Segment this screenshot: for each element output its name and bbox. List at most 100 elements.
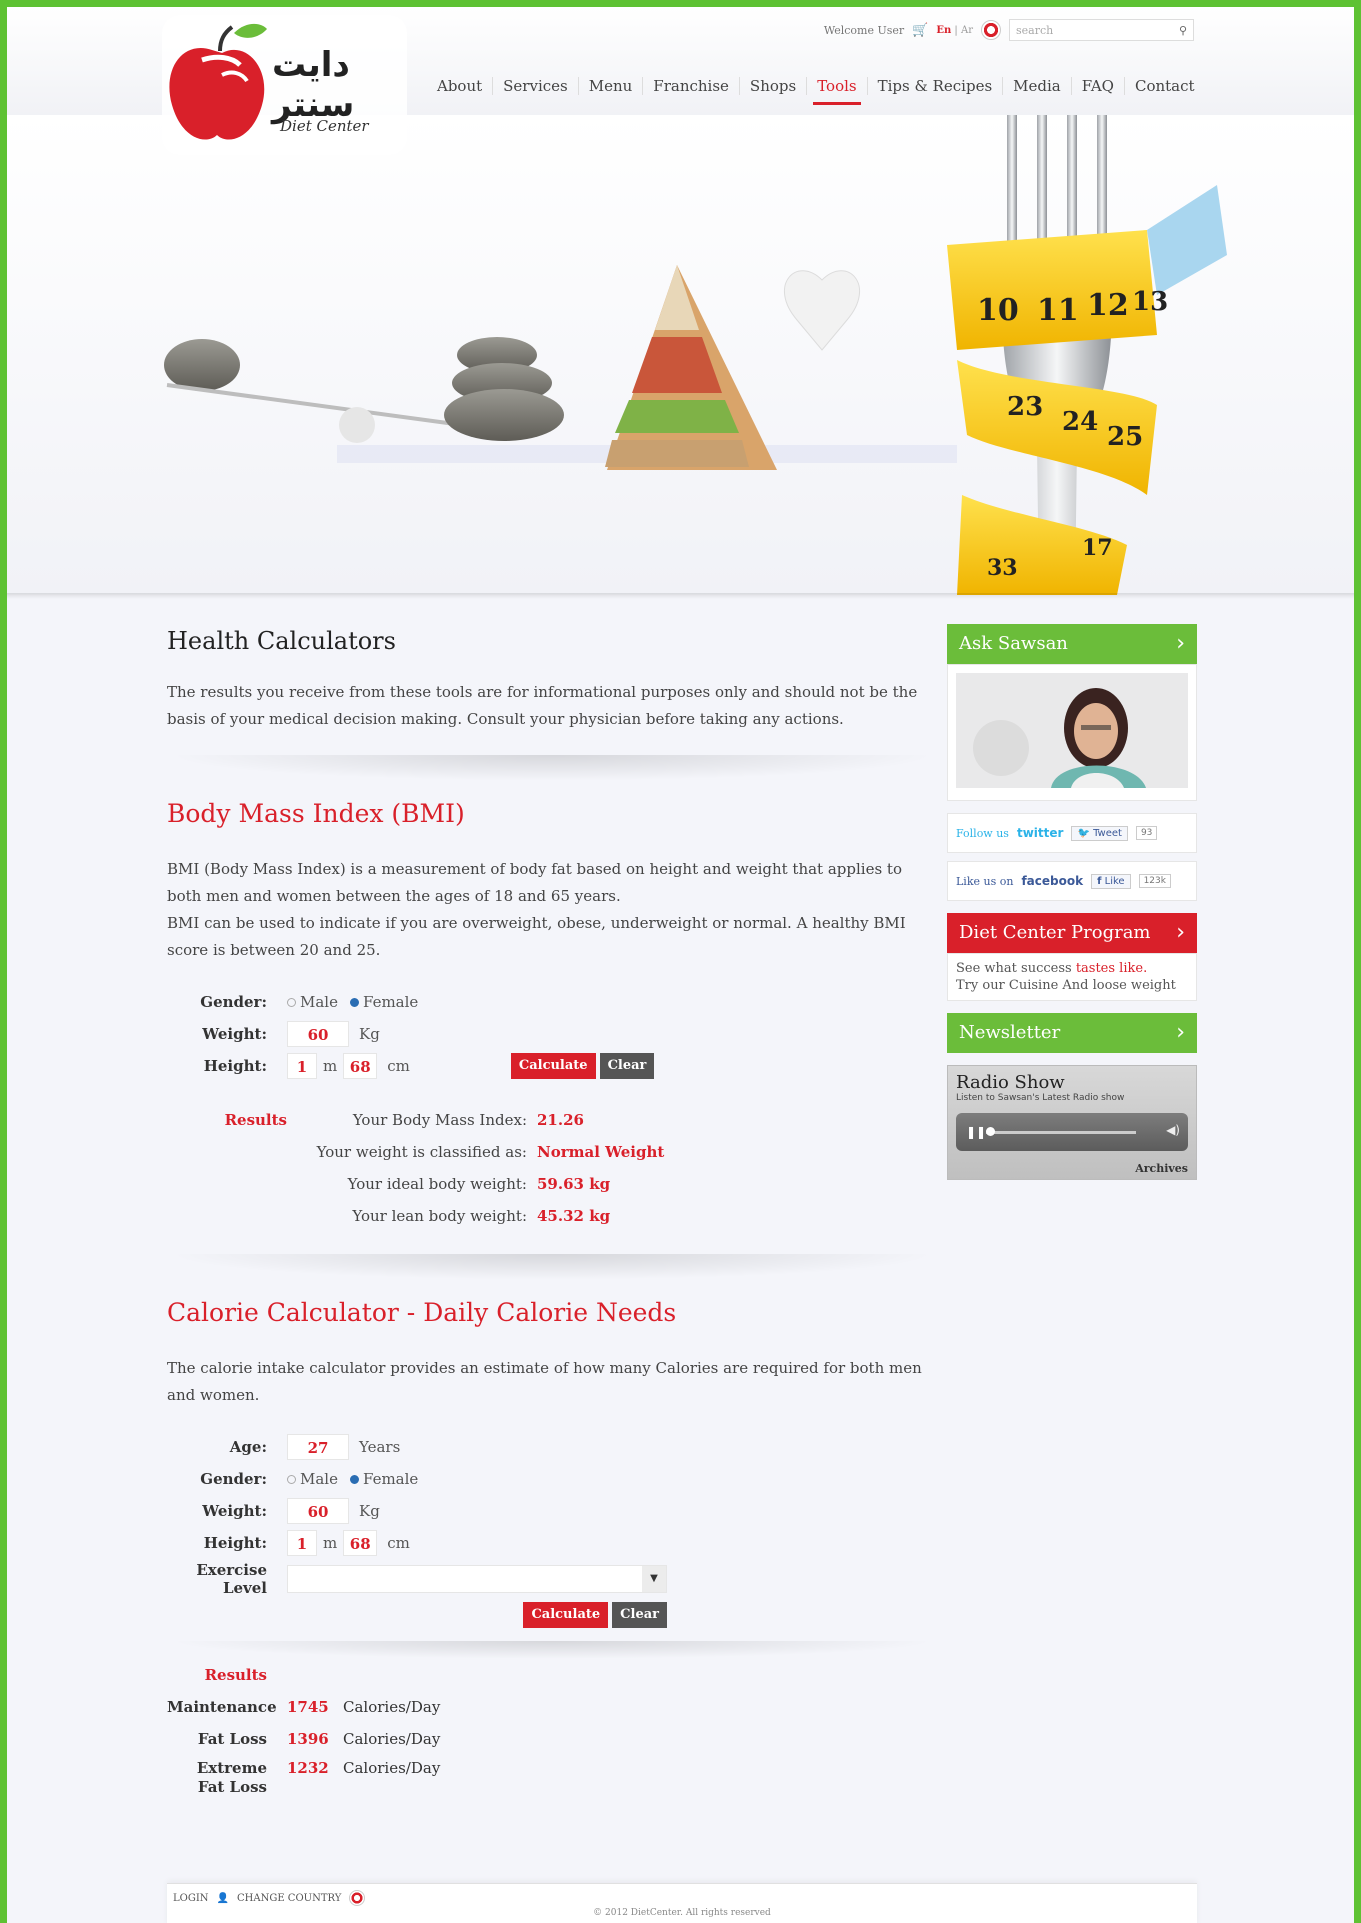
program-header[interactable]: Diet Center Program ›: [947, 913, 1197, 953]
hero-shadow: [7, 593, 1354, 599]
cart-icon[interactable]: 🛒: [912, 23, 928, 38]
lang-en[interactable]: En: [936, 25, 951, 36]
twitter-bird-icon: 🐦: [1077, 827, 1090, 839]
search-box[interactable]: search ⚲: [1009, 19, 1194, 41]
height-m-input[interactable]: 1: [287, 1053, 317, 1079]
height-label: Height:: [203, 1057, 267, 1075]
nav-about[interactable]: About: [427, 77, 492, 95]
svg-text:13: 13: [1132, 287, 1168, 317]
cm-unit: cm: [387, 1057, 410, 1075]
nav-menu[interactable]: Menu: [577, 77, 643, 95]
result-row: Your ideal body weight: 59.63 kg: [347, 1175, 611, 1193]
m-unit: m: [323, 1057, 338, 1075]
result-row: Your weight is classified as: Normal Wei…: [316, 1143, 665, 1161]
height-cm-input[interactable]: 68: [343, 1530, 378, 1556]
weight-input[interactable]: 60: [287, 1021, 349, 1047]
like-button[interactable]: f Like: [1091, 873, 1131, 889]
nav-franchise[interactable]: Franchise: [642, 77, 739, 95]
pause-icon[interactable]: ❚❚: [966, 1125, 986, 1139]
bmi-clear-button[interactable]: Clear: [599, 1053, 655, 1079]
main-content: Health Calculators The results you recei…: [167, 627, 937, 1803]
audio-player[interactable]: ❚❚ ◀): [956, 1113, 1188, 1151]
svg-text:12: 12: [1087, 288, 1129, 323]
exercise-level-select[interactable]: ▼: [287, 1565, 667, 1593]
ideal-weight: 59.63 kg: [537, 1175, 611, 1193]
twitter-follow[interactable]: Follow us twitter 🐦 Tweet 93: [947, 813, 1197, 853]
user-icon[interactable]: 👤: [217, 1893, 229, 1904]
radio-icon: [287, 997, 296, 1007]
calorie-row: Extreme Fat Loss 1232 Calories/Day: [196, 1759, 441, 1796]
ask-sawsan-header[interactable]: Ask Sawsan ›: [947, 624, 1197, 664]
dropdown-arrow-icon[interactable]: ▼: [642, 1566, 666, 1592]
search-icon[interactable]: ⚲: [1179, 24, 1187, 37]
hero-banner: 10 11 12 13 23 24 25 17 33: [7, 115, 1354, 595]
change-country-link[interactable]: CHANGE COUNTRY: [237, 1893, 341, 1904]
ask-sawsan-card[interactable]: [947, 664, 1197, 801]
radio-checked-icon: [349, 997, 359, 1007]
calorie-calculate-button[interactable]: Calculate: [523, 1602, 609, 1628]
svg-text:25: 25: [1107, 422, 1143, 452]
newsletter-header[interactable]: Newsletter ›: [947, 1013, 1197, 1053]
login-link[interactable]: LOGIN: [173, 1893, 209, 1904]
twitter-logo: twitter: [1016, 826, 1064, 840]
like-count: 123k: [1138, 874, 1171, 888]
country-flag-icon[interactable]: [349, 1890, 366, 1906]
search-input[interactable]: search: [1016, 24, 1053, 37]
calorie-clear-button[interactable]: Clear: [612, 1602, 667, 1628]
archives-link[interactable]: Archives: [1135, 1162, 1188, 1175]
bmi-desc-2: BMI can be used to indicate if you are o…: [167, 914, 906, 959]
section-divider: [167, 755, 937, 781]
calorie-row: Fat Loss 1396 Calories/Day: [197, 1729, 441, 1749]
lang-ar[interactable]: Ar: [961, 25, 973, 36]
progress-track[interactable]: [986, 1131, 1136, 1134]
radio-checked-icon: [349, 1474, 359, 1484]
height-cm-input[interactable]: 68: [343, 1053, 378, 1079]
page-title: Health Calculators: [167, 627, 396, 655]
tweet-button[interactable]: 🐦 Tweet: [1071, 825, 1128, 841]
language-switcher[interactable]: En | Ar: [936, 25, 973, 36]
svg-text:33: 33: [987, 555, 1018, 581]
radio-show-subtitle: Listen to Sawsan's Latest Radio show: [956, 1093, 1125, 1103]
bmi-form: Gender: Male Female Weight: 60 Kg Height…: [167, 986, 937, 1082]
gender-female-radio[interactable]: Female: [349, 1470, 418, 1488]
bmi-calculate-button[interactable]: Calculate: [510, 1053, 596, 1079]
age-unit: Years: [359, 1438, 401, 1456]
nav-contact[interactable]: Contact: [1123, 77, 1205, 95]
diet-center-logo[interactable]: دايت سنتر Diet Center: [162, 15, 412, 160]
nav-media[interactable]: Media: [1002, 77, 1071, 95]
section-divider: [167, 1641, 937, 1659]
gender-female-radio[interactable]: Female: [349, 993, 418, 1011]
logo-english-text: Diet Center: [280, 117, 369, 135]
bmi-value: 21.26: [537, 1111, 584, 1129]
maintenance-value: 1745: [287, 1698, 329, 1716]
fat-loss-value: 1396: [287, 1730, 329, 1748]
height-m-input[interactable]: 1: [287, 1530, 317, 1556]
country-flag-icon[interactable]: [981, 20, 1001, 40]
chevron-right-icon: ›: [1176, 1020, 1185, 1045]
age-input[interactable]: 27: [287, 1434, 349, 1460]
nav-shops[interactable]: Shops: [738, 77, 806, 95]
facebook-logo: facebook: [1021, 874, 1084, 888]
calorie-results-heading: Results: [204, 1665, 267, 1684]
gender-male-radio[interactable]: Male: [287, 993, 338, 1011]
calorie-row: Maintenance 1745 Calories/Day: [167, 1697, 441, 1717]
nav-faq[interactable]: FAQ: [1070, 77, 1124, 95]
facebook-like[interactable]: Like us on facebook f Like 123k: [947, 861, 1197, 901]
nav-services[interactable]: Services: [492, 77, 578, 95]
intro-text: The results you receive from these tools…: [167, 683, 918, 728]
weight-unit: Kg: [359, 1025, 380, 1043]
nav-tools[interactable]: Tools: [806, 77, 866, 105]
age-label: Age:: [229, 1438, 267, 1456]
calorie-title: Calorie Calculator - Daily Calorie Needs: [167, 1298, 677, 1327]
progress-knob[interactable]: [986, 1127, 995, 1136]
volume-icon[interactable]: ◀): [1166, 1123, 1180, 1137]
cm-unit: cm: [387, 1534, 410, 1552]
radio-icon: [287, 1474, 296, 1484]
exercise-label: Exercise Level: [196, 1561, 267, 1597]
weight-input[interactable]: 60: [287, 1498, 349, 1524]
gender-male-radio[interactable]: Male: [287, 1470, 338, 1488]
height-label: Height:: [203, 1534, 267, 1552]
bmi-results-heading: Results: [224, 1111, 287, 1129]
nav-tips-recipes[interactable]: Tips & Recipes: [866, 77, 1003, 95]
sawsan-photo: [956, 673, 1188, 788]
